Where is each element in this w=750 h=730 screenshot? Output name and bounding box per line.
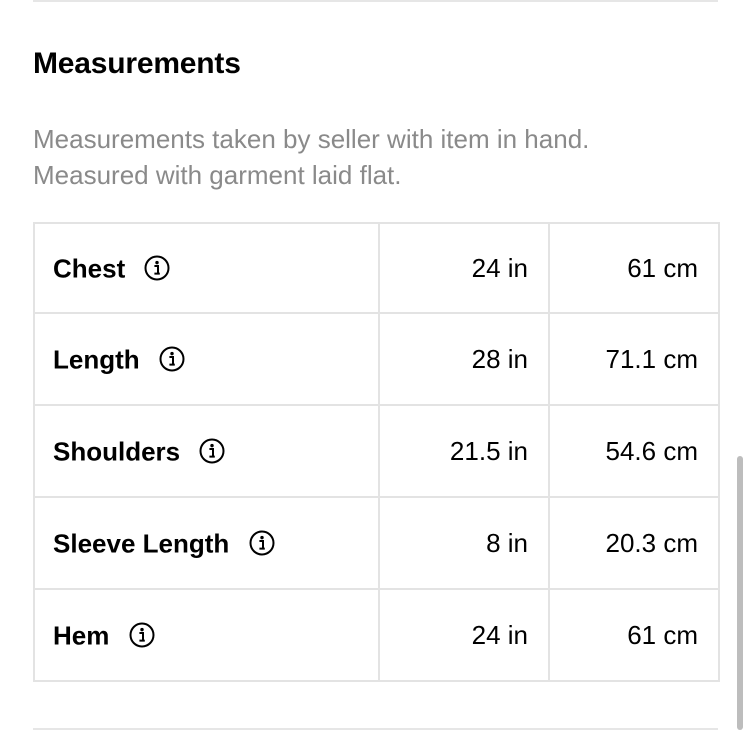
info-icon[interactable] bbox=[159, 346, 185, 372]
measurements-description: Measurements taken by seller with item i… bbox=[33, 121, 713, 193]
measurement-row-length: Length 28 in 71.1 cm bbox=[33, 312, 720, 406]
measurement-inches: 24 in bbox=[378, 222, 550, 314]
description-line: Measurements taken by seller with item i… bbox=[33, 124, 590, 154]
info-icon[interactable] bbox=[129, 622, 155, 648]
info-icon[interactable] bbox=[249, 530, 275, 556]
measurement-label-cell: Shoulders bbox=[33, 404, 380, 498]
measurement-inches: 28 in bbox=[378, 312, 550, 406]
measurement-inches: 8 in bbox=[378, 496, 550, 590]
measurement-centimeters: 54.6 cm bbox=[548, 404, 720, 498]
measurement-label: Shoulders bbox=[53, 436, 181, 467]
section-title: Measurements bbox=[33, 47, 241, 80]
measurement-row-chest: Chest 24 in 61 cm bbox=[33, 222, 720, 314]
measurement-label-cell: Chest bbox=[33, 222, 380, 314]
measurement-row-shoulders: Shoulders 21.5 in 54.6 cm bbox=[33, 404, 720, 498]
measurement-centimeters: 71.1 cm bbox=[548, 312, 720, 406]
measurement-row-hem: Hem 24 in 61 cm bbox=[33, 588, 720, 682]
info-icon[interactable] bbox=[199, 438, 225, 464]
measurement-label-cell: Sleeve Length bbox=[33, 496, 380, 590]
measurement-row-sleeve-length: Sleeve Length 8 in 20.3 cm bbox=[33, 496, 720, 590]
measurement-centimeters: 61 cm bbox=[548, 588, 720, 682]
measurement-centimeters: 20.3 cm bbox=[548, 496, 720, 590]
description-line: Measured with garment laid flat. bbox=[33, 160, 402, 190]
info-icon[interactable] bbox=[144, 255, 170, 281]
top-divider bbox=[33, 0, 718, 2]
measurements-table: Chest 24 in 61 cm Length 28 in 71.1 cm S… bbox=[33, 222, 720, 682]
measurement-label: Length bbox=[53, 344, 140, 375]
vertical-scrollbar[interactable] bbox=[737, 456, 743, 730]
measurement-centimeters: 61 cm bbox=[548, 222, 720, 314]
measurement-label: Sleeve Length bbox=[53, 528, 230, 559]
measurement-inches: 21.5 in bbox=[378, 404, 550, 498]
measurement-label: Hem bbox=[53, 620, 110, 651]
measurement-inches: 24 in bbox=[378, 588, 550, 682]
measurement-label-cell: Hem bbox=[33, 588, 380, 682]
measurement-label: Chest bbox=[53, 253, 126, 284]
measurement-label-cell: Length bbox=[33, 312, 380, 406]
